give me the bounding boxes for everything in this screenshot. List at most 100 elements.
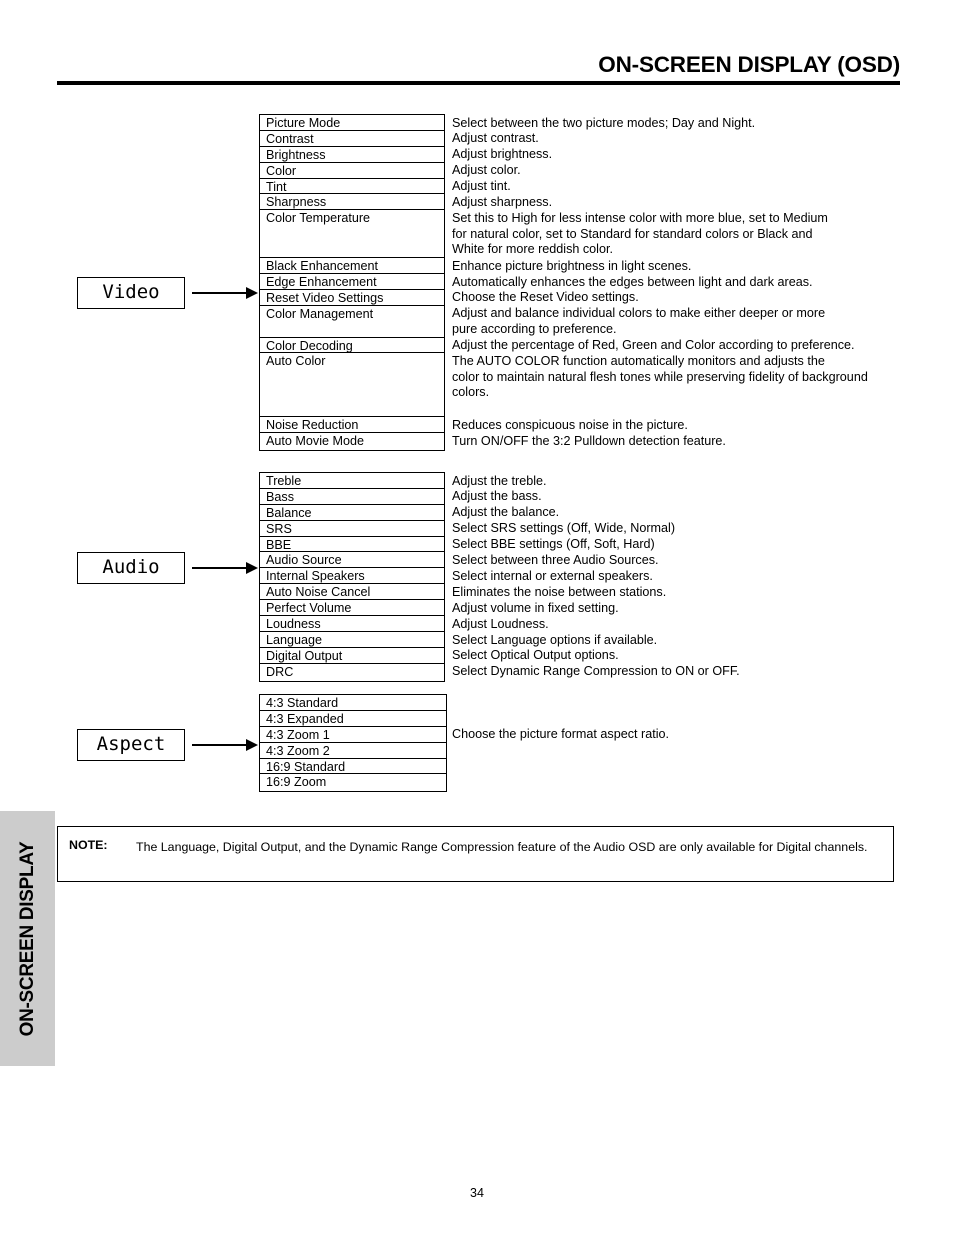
menu-description: Select internal or external speakers. — [452, 569, 653, 585]
menu-description-line: Adjust the percentage of Red, Green and … — [452, 338, 855, 353]
menu-description-line: Adjust the balance. — [452, 505, 560, 520]
menu-description-line: Select between three Audio Sources. — [452, 553, 659, 567]
menu-item-row[interactable]: Color Management — [260, 306, 444, 338]
menu-item-row[interactable]: SRS — [260, 521, 444, 537]
page-title: ON-SCREEN DISPLAY (OSD) — [598, 52, 900, 77]
menu-item-row[interactable]: Internal Speakers — [260, 568, 444, 585]
menu-item-row[interactable]: Auto Noise Cancel — [260, 584, 444, 601]
arrow-head — [246, 739, 258, 751]
menu-description: Select between three Audio Sources. — [452, 553, 659, 569]
menu-item-row[interactable]: Balance — [260, 505, 444, 521]
menu-description: Turn ON/OFF the 3:2 Pulldown detection f… — [452, 434, 726, 450]
arrow-icon-audio — [192, 562, 258, 574]
menu-description: Select BBE settings (Off, Soft, Hard) — [452, 537, 655, 553]
menu-description-line: Adjust volume in fixed setting. — [452, 600, 619, 615]
menu-description: Select between the two picture modes; Da… — [452, 116, 755, 132]
menu-item-row[interactable]: 4:3 Zoom 2 — [260, 743, 446, 759]
menu-description-line: Select BBE settings (Off, Soft, Hard) — [452, 537, 655, 552]
menu-description: Enhance picture brightness in light scen… — [452, 259, 691, 275]
menu-description-line: for natural color, set to Standard for s… — [452, 226, 813, 241]
menu-item-row[interactable]: Contrast — [260, 131, 444, 147]
menu-description-column-video: Select between the two picture modes; Da… — [452, 114, 954, 451]
menu-item-row[interactable]: Treble — [260, 473, 444, 489]
menu-item-row[interactable]: Audio Source — [260, 552, 444, 569]
menu-description-line: Adjust the bass. — [452, 489, 542, 504]
arrow-icon-video — [192, 287, 258, 299]
side-tab-label: ON-SCREEN DISPLAY — [16, 841, 38, 1036]
menu-item-row[interactable]: 16:9 Standard — [260, 759, 446, 775]
menu-description: Adjust the bass. — [452, 489, 542, 505]
menu-description: Adjust Loudness. — [452, 617, 549, 633]
menu-item-row[interactable]: Auto Color — [260, 353, 444, 417]
menu-description-line: Adjust color. — [452, 163, 521, 178]
menu-description: Adjust the balance. — [452, 505, 559, 521]
menu-description-line: Select Language options if available. — [452, 632, 658, 647]
menu-description-line: Adjust the treble. — [452, 473, 547, 488]
menu-item-row[interactable]: Language — [260, 632, 444, 648]
menu-item-row[interactable]: Black Enhancement — [260, 258, 444, 274]
menu-item-row[interactable]: Reset Video Settings — [260, 290, 444, 306]
menu-item-row[interactable]: Brightness — [260, 147, 444, 163]
menu-item-row[interactable]: DRC — [260, 664, 444, 680]
menu-description-line: Adjust brightness. — [452, 147, 553, 162]
arrow-shaft — [192, 292, 247, 295]
menu-item-row[interactable]: Sharpness — [260, 194, 444, 211]
menu-item-row[interactable]: Loudness — [260, 616, 444, 632]
menu-description-line: Adjust and balance individual colors to … — [452, 306, 826, 321]
menu-item-row[interactable]: Color — [260, 163, 444, 179]
menu-description-line: Select between the two picture modes; Da… — [452, 115, 756, 130]
menu-item-row[interactable]: Picture Mode — [260, 115, 444, 131]
menu-item-row[interactable]: Perfect Volume — [260, 600, 444, 617]
menu-description: Adjust volume in fixed setting. — [452, 601, 619, 617]
menu-group-label-audio[interactable]: Audio — [77, 552, 185, 584]
menu-group-label-aspect[interactable]: Aspect — [77, 729, 185, 761]
menu-description: Choose the picture format aspect ratio. — [452, 727, 669, 743]
menu-description-line: Eliminates the noise between stations. — [452, 584, 667, 599]
menu-description-column-aspect: Choose the picture format aspect ratio. — [452, 694, 954, 792]
menu-item-row[interactable]: Bass — [260, 489, 444, 505]
menu-table-aspect: 4:3 Standard 4:3 Expanded 4:3 Zoom 1 4:3 Zo… — [259, 694, 447, 793]
menu-description: Adjust color. — [452, 163, 521, 179]
menu-description-line: Select Optical Output options. — [452, 648, 619, 663]
menu-description: Adjust the treble. — [452, 474, 547, 490]
menu-description: Reduces conspicuous noise in the picture… — [452, 418, 688, 434]
menu-item-row[interactable]: Digital Output — [260, 648, 444, 664]
header-rule — [57, 81, 900, 85]
menu-description: Adjust sharpness. — [452, 195, 552, 211]
menu-description: The AUTO COLOR function automatically mo… — [452, 354, 868, 401]
menu-description-line: pure according to preference. — [452, 322, 617, 336]
menu-description-line: Turn ON/OFF the 3:2 Pulldown detection f… — [452, 433, 726, 448]
menu-description: Choose the Reset Video settings. — [452, 290, 639, 306]
menu-description-line: Adjust Loudness. — [452, 616, 549, 631]
menu-description-line: Choose the Reset Video settings. — [452, 290, 639, 305]
menu-description: Adjust the percentage of Red, Green and … — [452, 338, 855, 354]
arrow-head — [246, 562, 258, 574]
menu-item-row[interactable]: 4:3 Expanded — [260, 711, 446, 727]
menu-item-row[interactable]: Auto Movie Mode — [260, 433, 444, 449]
menu-description-line: Adjust tint. — [452, 179, 511, 194]
menu-description-line: color to maintain natural flesh tones wh… — [452, 369, 868, 384]
page-number: 34 — [470, 1186, 484, 1200]
arrow-shaft — [192, 744, 247, 747]
menu-item-row[interactable]: BBE — [260, 537, 444, 553]
menu-description: Eliminates the noise between stations. — [452, 585, 666, 601]
menu-description: Adjust contrast. — [452, 131, 539, 147]
menu-item-row[interactable]: Tint — [260, 179, 444, 195]
menu-group-label-video[interactable]: Video — [77, 277, 185, 309]
arrow-shaft — [192, 567, 247, 570]
note-box: NOTE: The Language, Digital Output, and … — [57, 826, 894, 882]
menu-description-line: Adjust contrast. — [452, 131, 539, 146]
menu-item-row[interactable]: Noise Reduction — [260, 417, 444, 433]
menu-description-line: Adjust sharpness. — [452, 195, 553, 209]
menu-item-row[interactable]: 4:3 Standard — [260, 695, 446, 711]
menu-description-line: Reduces conspicuous noise in the picture… — [452, 417, 688, 432]
menu-description-line: colors. — [452, 385, 490, 400]
menu-description-line: White for more reddish color. — [452, 242, 613, 257]
menu-item-row[interactable]: 4:3 Zoom 1 — [260, 727, 446, 743]
menu-table-video: Picture Mode Contrast Brightness Color Tint S… — [259, 114, 445, 451]
menu-item-row[interactable]: Color Decoding — [260, 338, 444, 354]
menu-description: Set this to High for less intense color … — [452, 211, 828, 258]
menu-item-row[interactable]: 16:9 Zoom — [260, 774, 446, 790]
menu-item-row[interactable]: Edge Enhancement — [260, 274, 444, 290]
menu-item-row[interactable]: Color Temperature — [260, 210, 444, 259]
